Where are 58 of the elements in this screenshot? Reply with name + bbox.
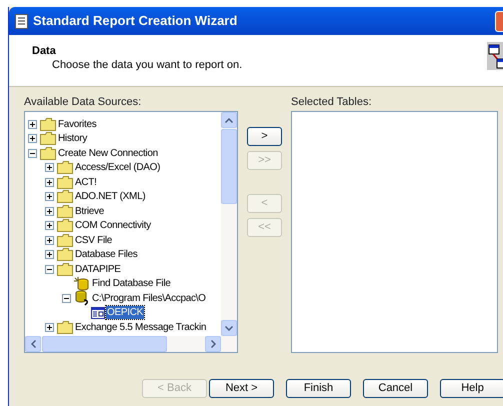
- field-label: Available Data Sources:: [24, 96, 142, 109]
- dialog-button[interactable]: Finish: [286, 379, 351, 398]
- dialog-button[interactable]: Cancel: [363, 379, 428, 398]
- folder-icon: [40, 146, 56, 160]
- tree-item[interactable]: ACT!: [74, 176, 98, 189]
- horizontal-scrollbar-thumb[interactable]: [42, 336, 167, 352]
- expand-icon[interactable]: [45, 250, 54, 260]
- tree-item[interactable]: Favorites: [57, 118, 98, 131]
- dialog-button[interactable]: >: [247, 127, 282, 146]
- vertical-scrollbar[interactable]: [221, 112, 237, 336]
- expand-icon[interactable]: [45, 163, 54, 172]
- tree-item[interactable]: History: [57, 132, 88, 146]
- folder-icon: [57, 176, 73, 189]
- tree-item[interactable]: ADO.NET (XML): [74, 190, 146, 204]
- folder-icon: [57, 219, 73, 232]
- expand-icon[interactable]: [45, 236, 54, 245]
- collapse-icon[interactable]: [45, 264, 54, 274]
- tree-item[interactable]: Database Files: [74, 248, 138, 262]
- folder-icon: [40, 118, 56, 131]
- tree-item[interactable]: CSV File: [74, 234, 114, 247]
- database-connection-icon: [74, 290, 90, 306]
- folder-icon: [57, 161, 73, 174]
- tree-item[interactable]: Btrieve: [74, 204, 106, 218]
- expand-icon[interactable]: [45, 221, 54, 230]
- page-heading: Data: [32, 45, 57, 58]
- tree-item[interactable]: C:\Program Files\Accpac\O: [91, 292, 207, 305]
- report-icon: [15, 14, 28, 28]
- folder-icon: [57, 320, 73, 334]
- table-icon: [91, 306, 105, 319]
- tree-item[interactable]: Exchange 5.5 Message Trackin: [74, 320, 208, 334]
- expand-icon[interactable]: [28, 120, 37, 129]
- scrollbar-thumb[interactable]: [221, 129, 237, 204]
- page-description: Choose the data you want to report on.: [51, 58, 244, 72]
- expand-icon[interactable]: [28, 134, 37, 144]
- expand-icon[interactable]: [45, 322, 54, 332]
- folder-icon: [57, 234, 73, 247]
- dialog-button[interactable]: Help: [440, 379, 503, 398]
- database-search-icon: [74, 276, 90, 291]
- close-button[interactable]: [495, 10, 503, 32]
- tree-item[interactable]: OEPICK: [106, 306, 144, 320]
- dialog-button[interactable]: Next >: [209, 379, 274, 398]
- tree-item[interactable]: COM Connectivity: [74, 219, 152, 232]
- collapse-icon[interactable]: [28, 148, 37, 158]
- tree-item[interactable]: Access/Excel (DAO): [74, 161, 162, 174]
- folder-icon: [40, 132, 56, 146]
- expand-icon[interactable]: [45, 206, 54, 216]
- field-label: Selected Tables:: [291, 96, 373, 109]
- folder-icon: [57, 262, 73, 276]
- window-title: Standard Report Creation Wizard: [33, 12, 238, 30]
- collapse-icon[interactable]: [62, 294, 71, 303]
- tree-item[interactable]: Create New Connection: [57, 146, 159, 160]
- folder-icon: [57, 204, 73, 218]
- tree-item[interactable]: Find Database File: [91, 277, 172, 290]
- folder-icon: [57, 248, 73, 262]
- expand-icon[interactable]: [45, 192, 54, 202]
- expand-icon[interactable]: [45, 178, 54, 187]
- folder-icon: [57, 190, 73, 204]
- tree-item[interactable]: DATAPIPE: [74, 262, 122, 276]
